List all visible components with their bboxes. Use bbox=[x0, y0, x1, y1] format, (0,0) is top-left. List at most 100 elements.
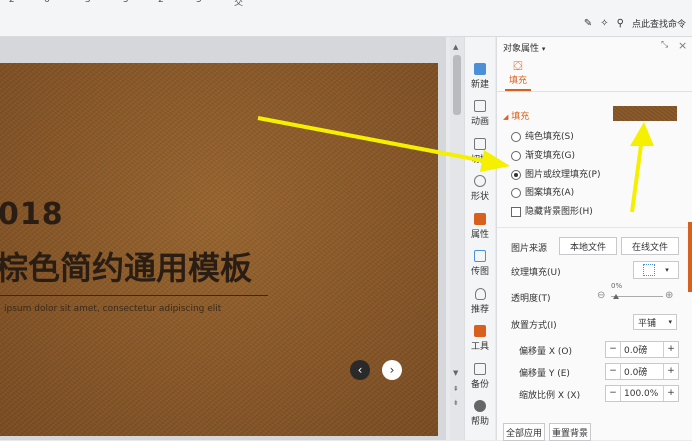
vtab-recommend[interactable]: 推荐 bbox=[465, 288, 495, 315]
texture-preview-swatch[interactable] bbox=[613, 106, 677, 121]
prev-slide-button[interactable]: ‹ bbox=[350, 360, 370, 380]
minus-circle-icon[interactable]: ⊖ bbox=[597, 290, 605, 301]
plus-circle-icon[interactable]: ⊕ bbox=[665, 290, 673, 301]
ribbon-fragment[interactable]: · bbox=[386, 0, 389, 5]
scroll-down-icon[interactable]: ▼ bbox=[453, 369, 458, 377]
vtab-upload-image[interactable]: 传图 bbox=[465, 250, 495, 277]
radio-picture-texture-fill[interactable]: 图片或纹理填充(P) bbox=[511, 167, 600, 180]
close-icon[interactable]: × bbox=[678, 39, 687, 52]
page-up-icon[interactable]: ⇞ bbox=[453, 385, 459, 393]
scroll-up-icon[interactable]: ▲ bbox=[453, 43, 458, 51]
backup-icon bbox=[474, 363, 486, 375]
section-divider bbox=[497, 227, 692, 228]
ribbon-fragment[interactable]: · bbox=[310, 0, 313, 5]
scale-x-stepper[interactable]: − 100.0% + bbox=[605, 385, 679, 402]
transparency-value: 0% bbox=[611, 282, 623, 290]
slide-preview[interactable]: 018 棕色简约通用模板 ipsum dolor sit amet, conse… bbox=[0, 63, 438, 436]
slide-canvas: 018 棕色简约通用模板 ipsum dolor sit amet, conse… bbox=[0, 37, 446, 440]
checkbox[interactable] bbox=[511, 206, 521, 217]
ribbon-fragment[interactable]: · bbox=[500, 0, 503, 5]
placement-label: 放置方式(I) bbox=[511, 321, 557, 331]
canvas-scrollbar[interactable]: ▲ ▼ ⇞ ⇟ bbox=[450, 37, 464, 440]
search-icon[interactable]: ⚲ bbox=[617, 18, 624, 29]
texture-thumbnail-icon bbox=[643, 264, 656, 276]
vtab-transition[interactable]: 切换 bbox=[465, 138, 495, 165]
transition-icon bbox=[474, 138, 486, 150]
radio-pattern-fill[interactable]: 图案填充(A) bbox=[511, 185, 574, 198]
ribbon-top-strip: ·2 6 ·3 ·5 2 5 交 · · · · · · · bbox=[0, 0, 692, 14]
shape-icon bbox=[474, 175, 486, 187]
slide-title: 棕色简约通用模板 bbox=[0, 249, 253, 287]
fill-section-header[interactable]: ◢ 填充 bbox=[503, 109, 529, 122]
hide-background-checkbox[interactable]: 隐藏背景图形(H) bbox=[511, 204, 593, 217]
vtab-tools[interactable]: 工具 bbox=[465, 325, 495, 352]
ribbon-fragment[interactable]: 2 bbox=[158, 0, 164, 5]
ribbon-fragment[interactable]: ·3 bbox=[82, 0, 91, 5]
panel-collapse-handle[interactable] bbox=[688, 222, 692, 292]
apply-all-button[interactable]: 全部应用 bbox=[503, 423, 545, 441]
radio-solid-fill[interactable]: 纯色填充(S) bbox=[511, 129, 574, 142]
panel-title[interactable]: 对象属性 ▾ bbox=[503, 41, 545, 54]
placement-select[interactable]: 平铺 ▾ bbox=[633, 314, 677, 330]
search-command-label[interactable]: 点此查找命令 bbox=[632, 17, 686, 30]
plus-icon[interactable]: + bbox=[663, 364, 678, 379]
slider-thumb[interactable] bbox=[613, 294, 619, 299]
vtab-shape[interactable]: 形状 bbox=[465, 175, 495, 202]
online-file-button[interactable]: 在线文件 bbox=[621, 237, 679, 255]
ribbon-fragment[interactable]: 6 bbox=[44, 0, 50, 5]
sparkle-icon[interactable]: ✧ bbox=[600, 18, 608, 29]
ribbon-toolbar: ·2 6 ·3 ·5 2 5 交 · · · · · · · ✎ ✧ ⚲ 点此查找命令 bbox=[0, 0, 692, 37]
plus-icon[interactable]: + bbox=[663, 386, 678, 401]
tab-fill[interactable]: ⛋ 填充 bbox=[505, 59, 531, 91]
offset-y-label: 偏移量 Y (E) bbox=[519, 369, 570, 379]
chevron-left-icon: ‹ bbox=[357, 363, 363, 377]
side-task-tabs: 新建 动画 切换 形状 属性 传图 推荐 工具 备份 帮助 bbox=[464, 37, 495, 440]
shrink-icon[interactable]: ⤡ bbox=[661, 40, 668, 50]
ribbon-fragment[interactable]: 5 bbox=[196, 0, 202, 5]
page-down-icon[interactable]: ⇟ bbox=[453, 399, 459, 407]
minus-icon[interactable]: − bbox=[606, 342, 621, 357]
ribbon-fragment[interactable]: · bbox=[424, 0, 427, 5]
help-icon bbox=[474, 400, 486, 412]
object-properties-panel: 对象属性 ▾ ⤡ × ⛋ 填充 ◢ 填充 纯色填充(S) 渐变填充(G) 图片或… bbox=[496, 37, 692, 441]
scroll-thumb[interactable] bbox=[453, 55, 461, 115]
bulb-icon bbox=[474, 288, 486, 300]
vtab-animation[interactable]: 动画 bbox=[465, 100, 495, 127]
offset-x-label: 偏移量 X (O) bbox=[519, 347, 572, 357]
brush-icon[interactable]: ✎ bbox=[584, 18, 592, 29]
minus-icon[interactable]: − bbox=[606, 386, 621, 401]
ribbon-fragment[interactable]: ·5 bbox=[120, 0, 129, 5]
picture-source-label: 图片来源 bbox=[511, 244, 548, 254]
radio-button[interactable] bbox=[511, 150, 521, 161]
texture-picker[interactable]: ▾ bbox=[633, 261, 679, 279]
radio-gradient-fill[interactable]: 渐变填充(G) bbox=[511, 148, 575, 161]
transparency-label: 透明度(T) bbox=[511, 294, 551, 304]
image-icon bbox=[474, 250, 486, 262]
vtab-new[interactable]: 新建 bbox=[465, 63, 495, 90]
vtab-properties[interactable]: 属性 bbox=[465, 213, 495, 240]
next-slide-button[interactable]: › bbox=[382, 360, 402, 380]
plus-icon[interactable]: + bbox=[663, 342, 678, 357]
minus-icon[interactable]: − bbox=[606, 364, 621, 379]
animation-icon bbox=[474, 100, 486, 112]
chevron-right-icon: › bbox=[389, 363, 395, 377]
ribbon-fragment[interactable]: · bbox=[272, 0, 275, 5]
reset-background-button[interactable]: 重置背景 bbox=[549, 423, 591, 441]
offset-y-stepper[interactable]: − 0.0磅 + bbox=[605, 363, 679, 380]
collapse-icon: ◢ bbox=[503, 113, 509, 121]
ribbon-fragment[interactable]: · bbox=[462, 0, 465, 5]
ribbon-fragment[interactable]: ·2 bbox=[6, 0, 15, 5]
ribbon-fragment[interactable]: · bbox=[348, 0, 351, 5]
radio-button[interactable] bbox=[511, 187, 521, 198]
vtab-help[interactable]: 帮助 bbox=[465, 400, 495, 427]
chevron-down-icon: ▾ bbox=[665, 266, 669, 274]
radio-button-selected[interactable] bbox=[511, 169, 521, 180]
radio-button[interactable] bbox=[511, 131, 521, 142]
transparency-slider[interactable]: ⊖ 0% ⊕ bbox=[597, 282, 677, 302]
ribbon-fragment[interactable]: 交 bbox=[234, 0, 243, 8]
local-file-button[interactable]: 本地文件 bbox=[559, 237, 617, 255]
chevron-down-icon: ▾ bbox=[668, 318, 672, 326]
offset-x-stepper[interactable]: − 0.0磅 + bbox=[605, 341, 679, 358]
slide-divider bbox=[0, 295, 268, 296]
vtab-backup[interactable]: 备份 bbox=[465, 363, 495, 390]
